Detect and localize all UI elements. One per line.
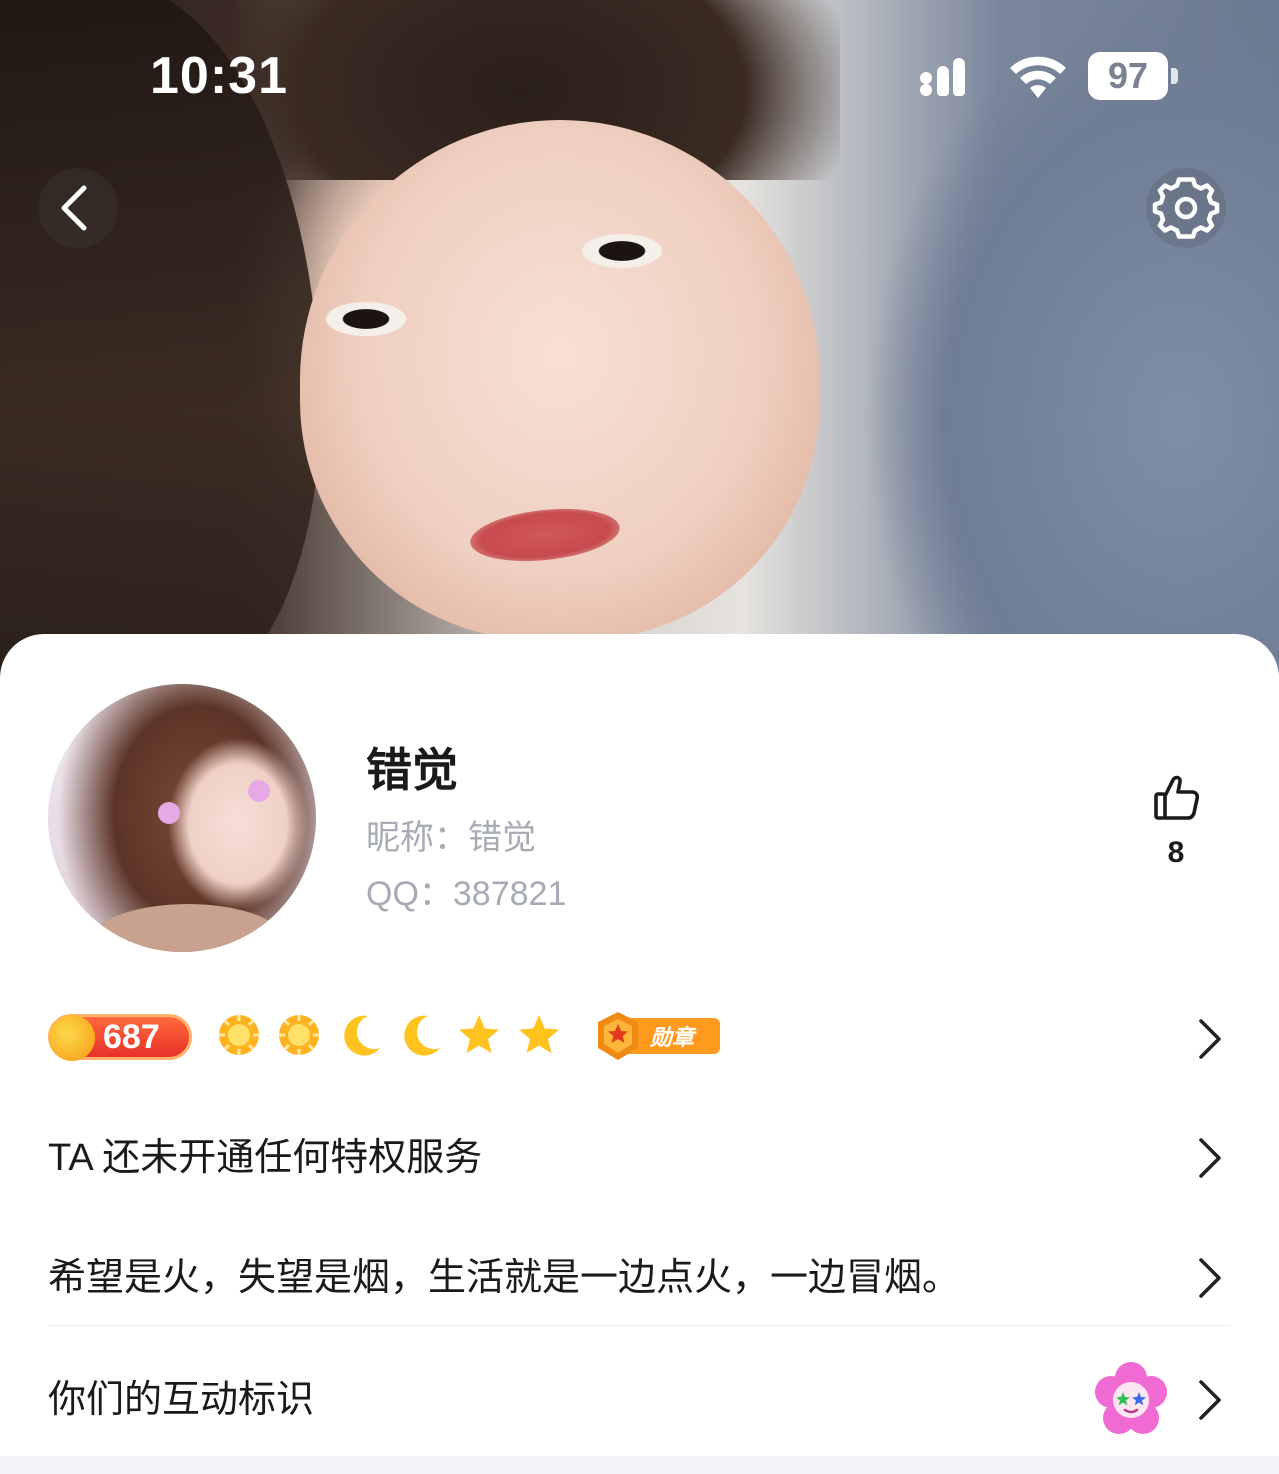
chevron-right-icon: [1199, 1380, 1221, 1420]
profile-name: 错觉: [366, 744, 458, 796]
moon-icon: [404, 1015, 440, 1056]
privilege-text: TA 还未开通任何特权服务: [48, 1137, 483, 1179]
chevron-left-icon: [61, 185, 87, 231]
battery-level: 97: [1107, 55, 1149, 96]
chevron-right-icon: [1199, 1258, 1221, 1298]
signature-text: 希望是火，失望是烟，生活就是一边点火，一边冒烟。: [48, 1257, 961, 1299]
bottom-background: [0, 1456, 1279, 1474]
profile-card: 错觉 昵称：错觉 QQ：387821 8 687 勋章 TA 还未开通任何特权服…: [0, 634, 1279, 1456]
nickname-text: 昵称：错觉: [366, 819, 536, 857]
settings-button[interactable]: [1146, 168, 1226, 248]
qq-number-text: QQ：387821: [366, 875, 567, 913]
qq-level-coin-icon: [49, 1015, 95, 1061]
interaction-badge-row[interactable]: 你们的互动标识: [48, 1360, 1231, 1440]
medal-badge[interactable]: 勋章: [594, 1010, 722, 1062]
avatar[interactable]: [48, 684, 316, 952]
cover-eye-left: [326, 302, 406, 336]
status-bar: 10:31 97: [0, 0, 1279, 150]
privilege-row[interactable]: TA 还未开通任何特权服务: [48, 1128, 1231, 1188]
level-number: 687: [103, 1018, 160, 1056]
cover-face: [300, 120, 820, 640]
cellular-signal-icon: [920, 58, 965, 96]
star-icon: [519, 1015, 559, 1053]
divider: [48, 1325, 1231, 1326]
avatar-shoulder: [88, 904, 288, 952]
gear-icon: [1152, 177, 1220, 239]
chevron-right-icon: [1199, 1138, 1221, 1178]
avatar-sticker: [248, 780, 270, 802]
like-button[interactable]: 8: [1146, 768, 1206, 878]
battery-icon: 97: [1088, 52, 1180, 100]
battery-tip: [1171, 68, 1178, 84]
star-icon: [459, 1015, 499, 1053]
avatar-sticker: [158, 802, 180, 824]
like-count: 8: [1167, 836, 1185, 869]
interaction-text: 你们的互动标识: [48, 1379, 315, 1421]
wifi-icon: [1010, 56, 1066, 98]
thumbs-up-icon: [1154, 775, 1200, 820]
back-button[interactable]: [38, 168, 118, 248]
level-row[interactable]: 687 勋章: [48, 1004, 1231, 1074]
signature-row[interactable]: 希望是火，失望是烟，生活就是一边点火，一边冒烟。: [48, 1248, 1231, 1308]
sun-icon: [279, 1015, 319, 1055]
medal-label: 勋章: [650, 1025, 695, 1050]
cover-eye-right: [582, 234, 662, 268]
chevron-right-icon: [1199, 1019, 1221, 1059]
status-time: 10:31: [150, 47, 288, 105]
flower-badge-icon: [1095, 1362, 1167, 1434]
level-badge: 687: [48, 1014, 192, 1061]
sun-icon: [219, 1015, 259, 1055]
moon-icon: [344, 1015, 380, 1056]
